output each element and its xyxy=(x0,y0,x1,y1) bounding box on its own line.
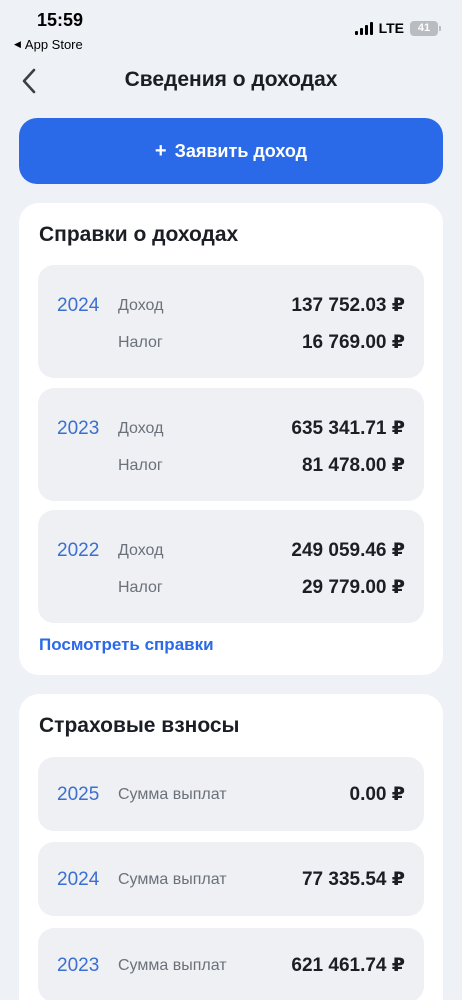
insurance-row-2025[interactable]: 2025 Сумма выплат 0.00 ₽ xyxy=(38,757,424,831)
nav-header: Сведения о доходах xyxy=(0,56,462,106)
tax-label: Налог xyxy=(118,457,163,474)
payments-label: Сумма выплат xyxy=(118,871,227,888)
insurance-section-title: Страховые взносы xyxy=(39,714,240,737)
income-year: 2024 xyxy=(57,295,100,316)
payments-amount: 621 461.74 ₽ xyxy=(291,955,405,976)
signal-icon xyxy=(354,21,373,35)
income-section-title: Справки о доходах xyxy=(39,223,239,246)
back-triangle-icon: ◀ xyxy=(14,39,21,49)
income-amount: 249 059.46 ₽ xyxy=(291,540,405,561)
status-time: 15:59 xyxy=(37,10,84,30)
payments-amount: 0.00 ₽ xyxy=(349,784,405,805)
back-app-label: App Store xyxy=(24,37,83,52)
tax-label: Налог xyxy=(118,579,163,596)
tax-label: Налог xyxy=(118,334,163,351)
income-label: Доход xyxy=(118,542,164,559)
income-year: 2022 xyxy=(57,540,100,561)
income-amount: 635 341.71 ₽ xyxy=(291,418,405,439)
battery-level: 41 xyxy=(417,22,431,34)
income-row-2024[interactable]: 2024 Доход 137 752.03 ₽ Налог 16 769.00 … xyxy=(38,265,424,378)
status-indicators: LTE 41 xyxy=(354,20,441,36)
insurance-contributions-card: Страховые взносы 2025 Сумма выплат 0.00 … xyxy=(19,694,443,1000)
network-type: LTE xyxy=(378,20,404,36)
declare-income-label: Заявить доход xyxy=(174,140,308,161)
page-title: Сведения о доходах xyxy=(124,68,338,91)
tax-amount: 81 478.00 ₽ xyxy=(301,455,405,476)
income-amount: 137 752.03 ₽ xyxy=(291,295,405,316)
income-label: Доход xyxy=(118,420,164,437)
insurance-year: 2024 xyxy=(57,869,100,890)
insurance-row-2024[interactable]: 2024 Сумма выплат 77 335.54 ₽ xyxy=(38,842,424,916)
payments-label: Сумма выплат xyxy=(118,957,227,974)
insurance-year: 2025 xyxy=(57,784,100,805)
tax-amount: 16 769.00 ₽ xyxy=(301,332,405,353)
income-row-2023[interactable]: 2023 Доход 635 341.71 ₽ Налог 81 478.00 … xyxy=(38,388,424,501)
back-to-app-store[interactable]: ◀ App Store xyxy=(14,37,83,52)
tax-amount: 29 779.00 ₽ xyxy=(301,577,405,598)
income-year: 2023 xyxy=(57,418,100,439)
status-bar: 15:59 ◀ App Store LTE 41 xyxy=(0,0,462,56)
income-label: Доход xyxy=(118,297,164,314)
insurance-row-2023[interactable]: 2023 Сумма выплат 621 461.74 ₽ xyxy=(38,928,424,1000)
battery-icon: 41 xyxy=(410,20,441,36)
income-certificates-card: Справки о доходах 2024 Доход 137 752.03 … xyxy=(19,203,443,675)
income-row-2022[interactable]: 2022 Доход 249 059.46 ₽ Налог 29 779.00 … xyxy=(38,510,424,623)
insurance-year: 2023 xyxy=(57,955,100,976)
view-certificates-link[interactable]: Посмотреть справки xyxy=(39,635,214,655)
payments-amount: 77 335.54 ₽ xyxy=(301,869,405,890)
declare-income-button[interactable]: + Заявить доход xyxy=(19,118,443,184)
plus-icon: + xyxy=(154,139,167,162)
payments-label: Сумма выплат xyxy=(118,786,227,803)
